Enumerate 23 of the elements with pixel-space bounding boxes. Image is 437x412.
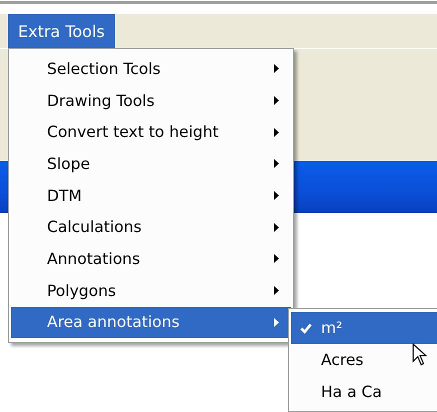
submenu-item[interactable]: m²: [291, 312, 437, 344]
submenu-arrow-icon: [274, 64, 279, 74]
submenu-arrow-icon: [274, 159, 279, 168]
menu-item[interactable]: Selection Tcols: [11, 53, 291, 85]
submenu-arrow-icon: [274, 254, 279, 264]
submenu-arrow-icon: [274, 318, 279, 327]
menu-item[interactable]: Slope: [11, 148, 291, 180]
menu-bar-item[interactable]: Extra Tools: [8, 14, 115, 48]
submenu-arrow-icon: [274, 286, 279, 296]
menu-item[interactable]: Annotations: [11, 243, 291, 275]
menu-item[interactable]: DTM: [11, 180, 291, 212]
submenu-arrow-icon: [274, 222, 279, 232]
mouse-cursor-icon: [412, 343, 427, 367]
menu-item[interactable]: Convert text to height: [11, 116, 291, 148]
submenu-arrow-icon: [274, 96, 279, 106]
menu-item[interactable]: Drawing Tools: [11, 84, 291, 116]
submenu-item[interactable]: Acres: [291, 344, 437, 376]
menu-item[interactable]: Area annotations: [11, 306, 291, 338]
menu-item[interactable]: Calculations: [11, 211, 291, 244]
submenu-arrow-icon: [274, 128, 279, 137]
submenu-arrow-icon: [274, 191, 279, 200]
submenu-item[interactable]: Ha a Ca: [291, 376, 437, 408]
menu-item[interactable]: Polygons: [11, 274, 291, 306]
